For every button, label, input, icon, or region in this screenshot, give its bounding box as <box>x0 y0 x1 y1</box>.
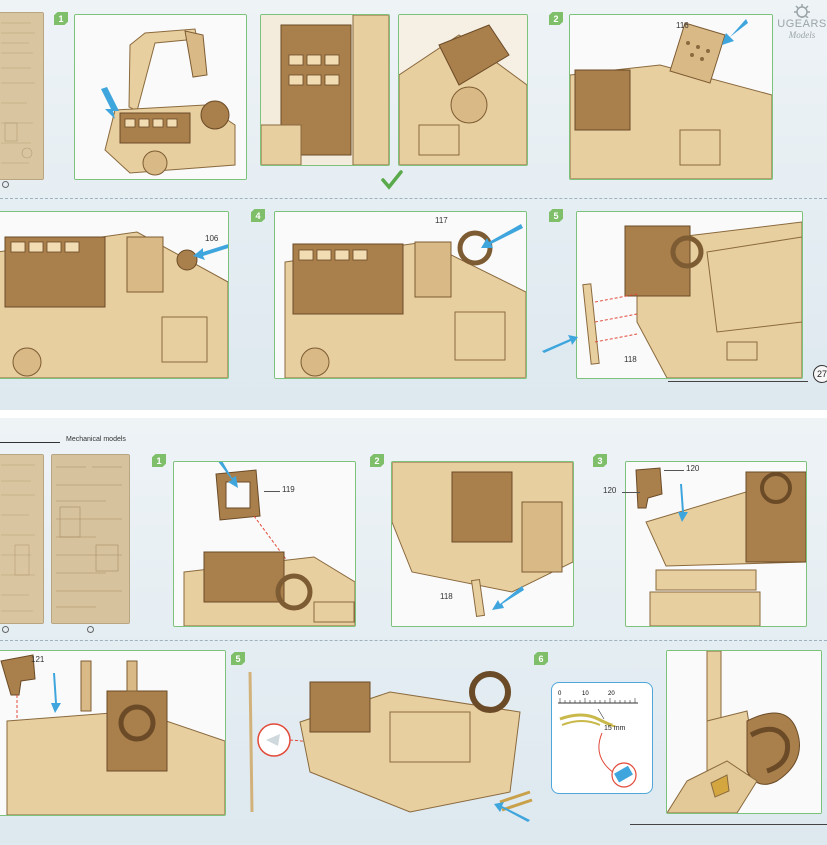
parts-sheet <box>0 454 44 624</box>
page-divider <box>0 410 827 418</box>
step-illustration <box>392 462 573 626</box>
part-number: 116 <box>676 21 689 30</box>
part-number: 117 <box>435 216 448 225</box>
leader-line <box>622 492 636 493</box>
part-number: 119 <box>282 485 295 494</box>
step-badge: 3 <box>593 454 607 467</box>
part-number: 121 <box>31 655 45 664</box>
brand-tagline: Models <box>788 30 816 40</box>
detail-panel-engine <box>260 14 390 166</box>
step-badge: 2 <box>370 454 384 467</box>
step-badge: 5 <box>549 209 563 222</box>
step-panel-4: 121 <box>0 650 226 816</box>
brand-logo: UGEARS Models <box>776 2 827 50</box>
step-illustration <box>0 651 225 815</box>
step-panel-6 <box>666 650 822 814</box>
part-number: 106 <box>205 234 219 243</box>
page-number: 27 <box>813 365 827 383</box>
step-panel-3: 106 <box>0 211 229 379</box>
brand-name: UGEARS <box>777 18 827 30</box>
ruler-drawing <box>558 698 638 788</box>
sheet-marker <box>2 181 9 188</box>
detail-illustration <box>261 15 389 165</box>
footer-rule <box>668 381 808 382</box>
step-illustration <box>275 212 526 378</box>
sheet-marker <box>2 626 9 633</box>
parts-sheet-drawing <box>0 13 43 179</box>
step-illustration <box>0 212 228 378</box>
part-number: 118 <box>624 355 637 364</box>
step-panel-2: 116 <box>569 14 773 180</box>
step-badge: 1 <box>152 454 166 467</box>
step-badge: 1 <box>54 12 68 25</box>
step-illustration <box>626 462 806 626</box>
step-badge: 4 <box>251 209 265 222</box>
separator <box>0 640 827 641</box>
ruler-callout: 0 10 20 15 mm <box>551 682 653 794</box>
detail-illustration <box>399 15 527 165</box>
arrow-icon <box>494 802 530 822</box>
sheet-marker <box>87 626 94 633</box>
separator <box>0 198 827 199</box>
step-panel-1: 119 <box>173 461 356 627</box>
gear-icon <box>794 4 810 18</box>
length-label: 15 mm <box>604 725 626 732</box>
step-illustration <box>248 671 533 822</box>
check-icon <box>381 170 403 190</box>
parts-sheet <box>51 454 130 624</box>
arrow-icon <box>542 335 578 353</box>
step-panel-4: 117 <box>274 211 527 379</box>
part-number: 118 <box>440 592 453 601</box>
step-illustration <box>75 15 246 179</box>
part-number: 120 <box>603 486 617 495</box>
step-badge: 6 <box>534 652 548 665</box>
instruction-page-bottom: Mechanical models 1 119 2 118 3 120 120 … <box>0 418 827 845</box>
parts-sheet-drawing <box>0 455 43 623</box>
parts-sheet <box>0 12 44 180</box>
step-illustration <box>667 651 821 813</box>
header-rule <box>0 442 60 443</box>
detail-panel-mechanism <box>398 14 528 166</box>
part-number: 120 <box>686 464 700 473</box>
step-illustration <box>174 462 355 626</box>
parts-sheet-drawing <box>52 455 129 623</box>
step-badge: 2 <box>549 12 563 25</box>
leader-line <box>264 491 280 492</box>
step-panel-1 <box>74 14 247 180</box>
step-panel-2: 118 <box>391 461 574 627</box>
step-panel-3: 120 120 <box>625 461 807 627</box>
step-panel-5: 118 <box>576 211 803 379</box>
page-header: Mechanical models <box>66 436 126 443</box>
step-illustration <box>570 15 772 179</box>
instruction-page-top: 1 2 116 UGEARS Models 106 4 117 5 118 27 <box>0 0 827 410</box>
step-illustration <box>577 212 802 378</box>
footer-rule <box>630 824 827 825</box>
leader-line <box>664 470 684 471</box>
